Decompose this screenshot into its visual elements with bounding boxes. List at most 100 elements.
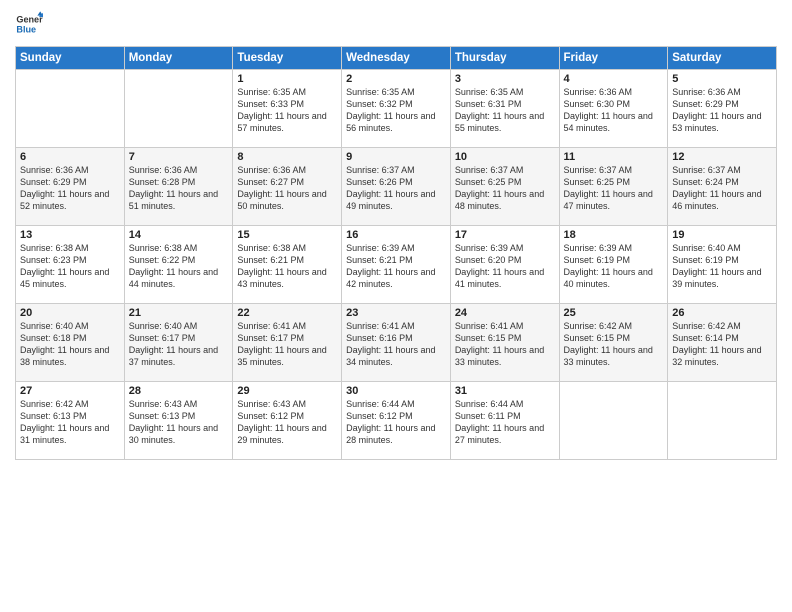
- day-info: Sunrise: 6:39 AMSunset: 6:19 PMDaylight:…: [564, 242, 664, 291]
- calendar-cell: 22Sunrise: 6:41 AMSunset: 6:17 PMDayligh…: [233, 304, 342, 382]
- calendar-cell: 12Sunrise: 6:37 AMSunset: 6:24 PMDayligh…: [668, 148, 777, 226]
- page-header: General Blue: [15, 10, 777, 38]
- col-thursday: Thursday: [450, 47, 559, 70]
- calendar-cell: 6Sunrise: 6:36 AMSunset: 6:29 PMDaylight…: [16, 148, 125, 226]
- calendar-cell: 18Sunrise: 6:39 AMSunset: 6:19 PMDayligh…: [559, 226, 668, 304]
- day-number: 7: [129, 151, 229, 163]
- day-info: Sunrise: 6:36 AMSunset: 6:29 PMDaylight:…: [672, 86, 772, 135]
- day-number: 8: [237, 151, 337, 163]
- day-info: Sunrise: 6:41 AMSunset: 6:15 PMDaylight:…: [455, 320, 555, 369]
- calendar-cell: 31Sunrise: 6:44 AMSunset: 6:11 PMDayligh…: [450, 382, 559, 460]
- col-sunday: Sunday: [16, 47, 125, 70]
- day-number: 26: [672, 307, 772, 319]
- day-number: 13: [20, 229, 120, 241]
- calendar-cell: [668, 382, 777, 460]
- calendar-cell: 4Sunrise: 6:36 AMSunset: 6:30 PMDaylight…: [559, 70, 668, 148]
- calendar-cell: 23Sunrise: 6:41 AMSunset: 6:16 PMDayligh…: [342, 304, 451, 382]
- day-number: 6: [20, 151, 120, 163]
- calendar-cell: 20Sunrise: 6:40 AMSunset: 6:18 PMDayligh…: [16, 304, 125, 382]
- day-number: 31: [455, 385, 555, 397]
- day-number: 25: [564, 307, 664, 319]
- day-info: Sunrise: 6:40 AMSunset: 6:19 PMDaylight:…: [672, 242, 772, 291]
- calendar-cell: 13Sunrise: 6:38 AMSunset: 6:23 PMDayligh…: [16, 226, 125, 304]
- calendar-week-row: 27Sunrise: 6:42 AMSunset: 6:13 PMDayligh…: [16, 382, 777, 460]
- svg-text:Blue: Blue: [16, 24, 36, 34]
- day-number: 9: [346, 151, 446, 163]
- calendar-cell: 5Sunrise: 6:36 AMSunset: 6:29 PMDaylight…: [668, 70, 777, 148]
- day-number: 4: [564, 73, 664, 85]
- day-info: Sunrise: 6:35 AMSunset: 6:33 PMDaylight:…: [237, 86, 337, 135]
- day-info: Sunrise: 6:36 AMSunset: 6:30 PMDaylight:…: [564, 86, 664, 135]
- day-info: Sunrise: 6:36 AMSunset: 6:29 PMDaylight:…: [20, 164, 120, 213]
- calendar-week-row: 6Sunrise: 6:36 AMSunset: 6:29 PMDaylight…: [16, 148, 777, 226]
- day-info: Sunrise: 6:42 AMSunset: 6:14 PMDaylight:…: [672, 320, 772, 369]
- calendar-cell: 28Sunrise: 6:43 AMSunset: 6:13 PMDayligh…: [124, 382, 233, 460]
- day-number: 17: [455, 229, 555, 241]
- calendar-cell: 15Sunrise: 6:38 AMSunset: 6:21 PMDayligh…: [233, 226, 342, 304]
- day-number: 24: [455, 307, 555, 319]
- day-info: Sunrise: 6:41 AMSunset: 6:17 PMDaylight:…: [237, 320, 337, 369]
- day-info: Sunrise: 6:38 AMSunset: 6:22 PMDaylight:…: [129, 242, 229, 291]
- calendar-cell: 19Sunrise: 6:40 AMSunset: 6:19 PMDayligh…: [668, 226, 777, 304]
- calendar-cell: 30Sunrise: 6:44 AMSunset: 6:12 PMDayligh…: [342, 382, 451, 460]
- day-info: Sunrise: 6:39 AMSunset: 6:20 PMDaylight:…: [455, 242, 555, 291]
- calendar-cell: 1Sunrise: 6:35 AMSunset: 6:33 PMDaylight…: [233, 70, 342, 148]
- day-number: 15: [237, 229, 337, 241]
- day-info: Sunrise: 6:42 AMSunset: 6:13 PMDaylight:…: [20, 398, 120, 447]
- day-number: 16: [346, 229, 446, 241]
- calendar-cell: 27Sunrise: 6:42 AMSunset: 6:13 PMDayligh…: [16, 382, 125, 460]
- calendar-cell: 3Sunrise: 6:35 AMSunset: 6:31 PMDaylight…: [450, 70, 559, 148]
- calendar-cell: [16, 70, 125, 148]
- day-info: Sunrise: 6:37 AMSunset: 6:25 PMDaylight:…: [564, 164, 664, 213]
- col-monday: Monday: [124, 47, 233, 70]
- calendar-cell: 25Sunrise: 6:42 AMSunset: 6:15 PMDayligh…: [559, 304, 668, 382]
- day-info: Sunrise: 6:37 AMSunset: 6:24 PMDaylight:…: [672, 164, 772, 213]
- day-number: 10: [455, 151, 555, 163]
- day-number: 19: [672, 229, 772, 241]
- day-number: 21: [129, 307, 229, 319]
- calendar-cell: 26Sunrise: 6:42 AMSunset: 6:14 PMDayligh…: [668, 304, 777, 382]
- day-number: 2: [346, 73, 446, 85]
- col-wednesday: Wednesday: [342, 47, 451, 70]
- day-info: Sunrise: 6:43 AMSunset: 6:13 PMDaylight:…: [129, 398, 229, 447]
- day-info: Sunrise: 6:39 AMSunset: 6:21 PMDaylight:…: [346, 242, 446, 291]
- calendar-week-row: 1Sunrise: 6:35 AMSunset: 6:33 PMDaylight…: [16, 70, 777, 148]
- calendar-cell: 14Sunrise: 6:38 AMSunset: 6:22 PMDayligh…: [124, 226, 233, 304]
- day-number: 5: [672, 73, 772, 85]
- calendar-cell: 16Sunrise: 6:39 AMSunset: 6:21 PMDayligh…: [342, 226, 451, 304]
- day-info: Sunrise: 6:35 AMSunset: 6:32 PMDaylight:…: [346, 86, 446, 135]
- day-number: 27: [20, 385, 120, 397]
- day-number: 29: [237, 385, 337, 397]
- day-info: Sunrise: 6:43 AMSunset: 6:12 PMDaylight:…: [237, 398, 337, 447]
- day-number: 18: [564, 229, 664, 241]
- day-info: Sunrise: 6:37 AMSunset: 6:25 PMDaylight:…: [455, 164, 555, 213]
- calendar-cell: 9Sunrise: 6:37 AMSunset: 6:26 PMDaylight…: [342, 148, 451, 226]
- calendar-cell: [124, 70, 233, 148]
- calendar-week-row: 13Sunrise: 6:38 AMSunset: 6:23 PMDayligh…: [16, 226, 777, 304]
- day-number: 30: [346, 385, 446, 397]
- day-info: Sunrise: 6:38 AMSunset: 6:23 PMDaylight:…: [20, 242, 120, 291]
- day-info: Sunrise: 6:36 AMSunset: 6:27 PMDaylight:…: [237, 164, 337, 213]
- day-info: Sunrise: 6:40 AMSunset: 6:17 PMDaylight:…: [129, 320, 229, 369]
- day-info: Sunrise: 6:38 AMSunset: 6:21 PMDaylight:…: [237, 242, 337, 291]
- calendar-cell: 17Sunrise: 6:39 AMSunset: 6:20 PMDayligh…: [450, 226, 559, 304]
- calendar-cell: [559, 382, 668, 460]
- calendar-cell: 29Sunrise: 6:43 AMSunset: 6:12 PMDayligh…: [233, 382, 342, 460]
- day-number: 23: [346, 307, 446, 319]
- day-number: 22: [237, 307, 337, 319]
- day-info: Sunrise: 6:35 AMSunset: 6:31 PMDaylight:…: [455, 86, 555, 135]
- day-number: 28: [129, 385, 229, 397]
- day-info: Sunrise: 6:44 AMSunset: 6:11 PMDaylight:…: [455, 398, 555, 447]
- calendar-cell: 21Sunrise: 6:40 AMSunset: 6:17 PMDayligh…: [124, 304, 233, 382]
- day-number: 3: [455, 73, 555, 85]
- col-saturday: Saturday: [668, 47, 777, 70]
- calendar-cell: 8Sunrise: 6:36 AMSunset: 6:27 PMDaylight…: [233, 148, 342, 226]
- calendar-week-row: 20Sunrise: 6:40 AMSunset: 6:18 PMDayligh…: [16, 304, 777, 382]
- col-tuesday: Tuesday: [233, 47, 342, 70]
- calendar-cell: 24Sunrise: 6:41 AMSunset: 6:15 PMDayligh…: [450, 304, 559, 382]
- svg-text:General: General: [16, 15, 43, 25]
- day-info: Sunrise: 6:42 AMSunset: 6:15 PMDaylight:…: [564, 320, 664, 369]
- calendar-cell: 2Sunrise: 6:35 AMSunset: 6:32 PMDaylight…: [342, 70, 451, 148]
- logo: General Blue: [15, 10, 47, 38]
- day-info: Sunrise: 6:36 AMSunset: 6:28 PMDaylight:…: [129, 164, 229, 213]
